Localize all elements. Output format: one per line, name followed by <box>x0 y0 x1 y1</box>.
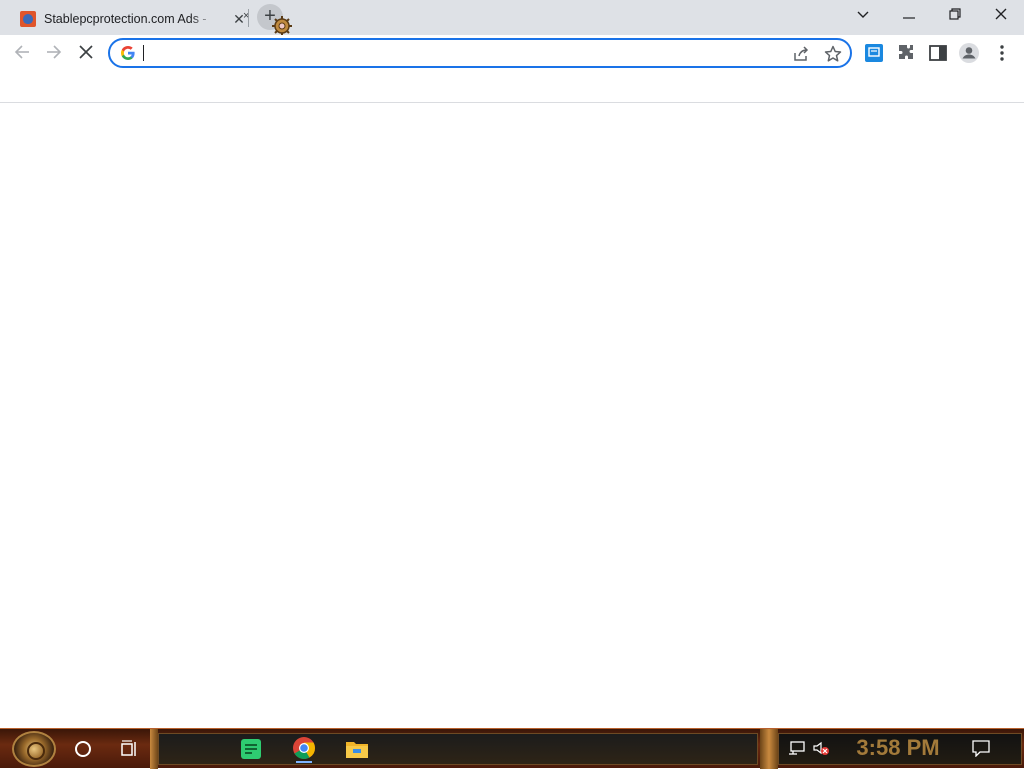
restore-icon <box>949 8 961 20</box>
back-arrow-icon <box>14 45 29 59</box>
extension-blue-icon[interactable] <box>863 42 885 64</box>
address-input[interactable] <box>142 43 782 63</box>
file-explorer-icon[interactable] <box>345 738 369 760</box>
menu-kebab-icon[interactable] <box>991 42 1013 64</box>
browser-toolbar <box>0 35 1024 71</box>
page-content <box>0 104 1024 728</box>
bookmarks-bar <box>0 71 1024 103</box>
back-button[interactable] <box>8 38 36 66</box>
tab-divider <box>248 9 249 27</box>
address-bar[interactable] <box>108 38 852 68</box>
site-favicon-icon <box>20 11 36 27</box>
close-window-button[interactable] <box>978 0 1024 30</box>
start-button[interactable] <box>12 731 56 767</box>
network-icon[interactable] <box>788 740 806 756</box>
profile-avatar-icon[interactable] <box>958 42 980 64</box>
share-icon[interactable] <box>792 45 810 63</box>
bookmark-star-icon[interactable] <box>824 45 842 63</box>
cortana-search-icon[interactable] <box>75 741 91 757</box>
notification-icon[interactable] <box>972 740 990 757</box>
close-icon <box>995 8 1007 20</box>
chrome-icon[interactable] <box>291 735 317 763</box>
brass-panel-edge <box>150 729 158 769</box>
stop-icon <box>79 45 93 59</box>
chevron-down-icon <box>857 11 869 18</box>
stop-loading-button[interactable] <box>72 38 100 66</box>
taskbar: 3:58 PM <box>0 728 1024 769</box>
tab-title: Stablepcprotection.com Ads - <box>44 12 214 26</box>
google-icon <box>121 46 135 60</box>
minimize-button[interactable] <box>886 0 932 30</box>
volume-muted-icon[interactable] <box>812 740 830 756</box>
task-view-icon[interactable] <box>120 740 140 758</box>
tab-search-button[interactable] <box>840 0 886 30</box>
minimize-icon <box>903 17 915 19</box>
brass-panel-divider <box>760 729 778 769</box>
tab-strip: Stablepcprotection.com Ads - ✕ × + <box>0 0 1024 36</box>
forward-button[interactable] <box>40 38 68 66</box>
text-caret <box>143 45 144 61</box>
restore-button[interactable] <box>932 0 978 30</box>
tab-stablepcprotection[interactable]: Stablepcprotection.com Ads - ✕ <box>8 3 245 35</box>
forward-arrow-icon <box>47 45 62 59</box>
sticky-notes-icon[interactable] <box>239 738 263 760</box>
side-panel-icon[interactable] <box>927 42 949 64</box>
puzzle-extensions-icon[interactable] <box>895 42 917 64</box>
taskbar-clock[interactable]: 3:58 PM <box>850 734 946 762</box>
